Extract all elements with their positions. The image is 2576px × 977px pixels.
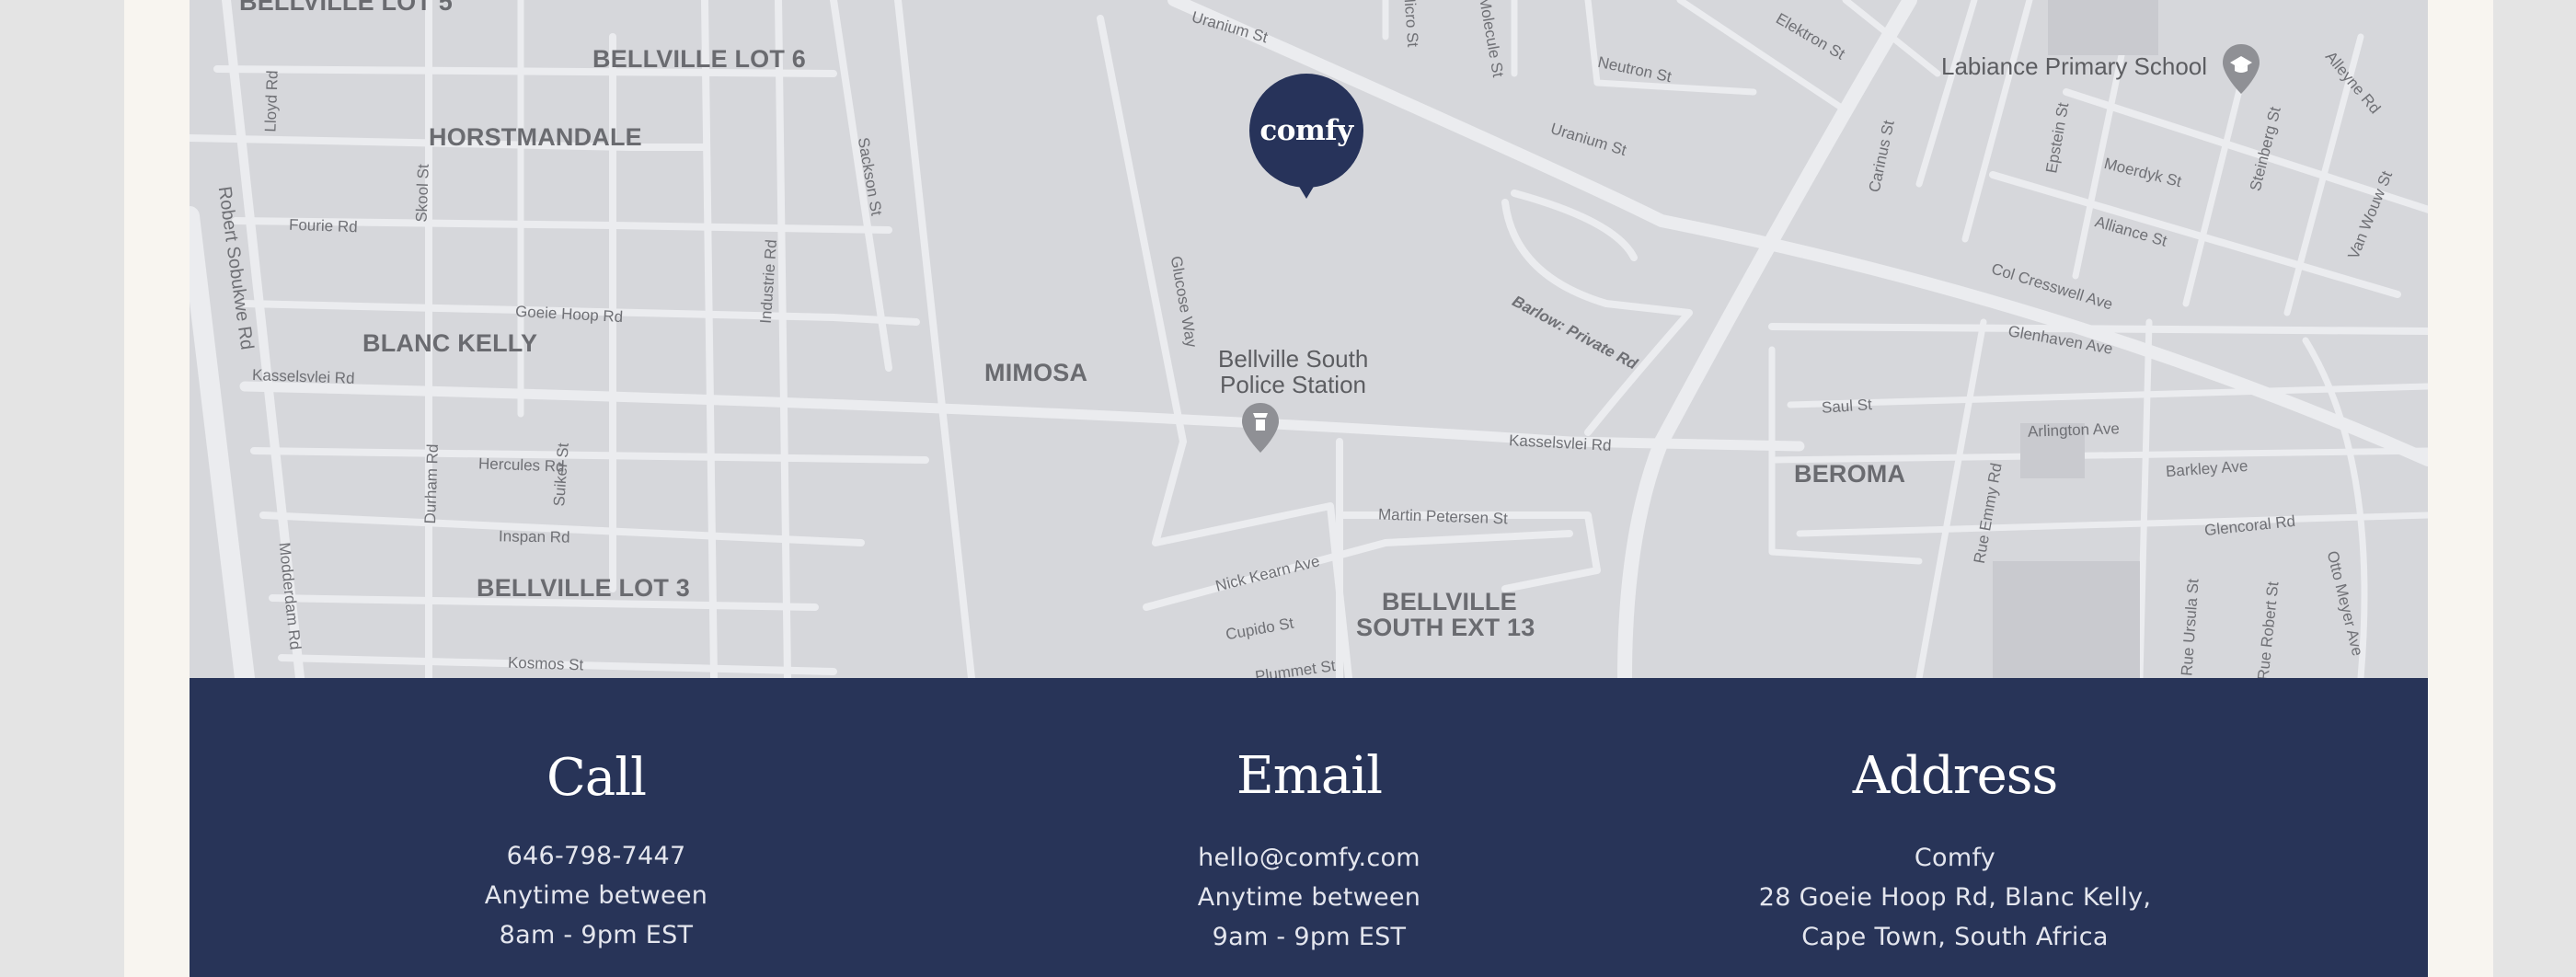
map-label-blanc-kelly: BLANC KELLY xyxy=(362,329,538,357)
map-label-street: Saul St xyxy=(1821,396,1873,417)
map[interactable]: BELLVILLE LOT 5 BELLVILLE LOT 6 HORSTMAN… xyxy=(190,0,2428,678)
map-label-street: Durham Rd xyxy=(420,443,442,524)
map-label-bellville-south: BELLVILLE xyxy=(1382,588,1517,615)
police-pin-icon[interactable] xyxy=(1240,401,1281,454)
map-label-horstmandale: HORSTMANDALE xyxy=(429,123,642,151)
call-phone[interactable]: 646-798-7447 xyxy=(274,836,918,876)
call-hours: 8am - 9pm EST xyxy=(499,921,694,949)
map-label-street: Lloyd Rd xyxy=(261,70,282,132)
address-street[interactable]: 28 Goeie Hoop Rd, Blanc Kelly, xyxy=(1633,878,2277,917)
call-heading: Call xyxy=(546,748,647,808)
map-label-mimosa: MIMOSA xyxy=(984,359,1088,386)
map-label-beroma: BEROMA xyxy=(1794,460,1906,488)
address-name: Comfy xyxy=(1914,844,1996,872)
contact-section: Call 646-798-7447 Anytime between 8am - … xyxy=(190,678,2428,977)
map-label-bellville-lot-6: BELLVILLE LOT 6 xyxy=(592,45,806,73)
map-label-police-2: Police Station xyxy=(1220,371,1366,398)
map-label-bellville-lot-5: BELLVILLE LOT 5 xyxy=(239,0,453,16)
comfy-logo: comfy xyxy=(1259,114,1353,147)
map-label-street: Micro St xyxy=(1400,0,1422,48)
map-label-police-1: Bellville South xyxy=(1218,345,1369,373)
address-city: Cape Town, South Africa xyxy=(1801,923,2109,951)
map-label-street: Fourie Rd xyxy=(288,215,358,236)
address-heading: Address xyxy=(1852,746,2059,806)
comfy-location-pin[interactable]: comfy xyxy=(1249,74,1363,202)
map-label-street: Arlington Ave xyxy=(2027,420,2121,441)
call-hours-label: Anytime between xyxy=(484,881,708,910)
map-label-bellville-lot-3: BELLVILLE LOT 3 xyxy=(477,574,690,602)
comfy-pin-bubble: comfy xyxy=(1249,74,1363,188)
email-hours: 9am - 9pm EST xyxy=(1212,923,1407,951)
comfy-pin-tail xyxy=(1295,180,1317,199)
map-label-school: Labiance Primary School xyxy=(1941,52,2208,80)
map-label-street: Kasselsvlei Rd xyxy=(251,366,355,387)
map-label-south-ext-13: SOUTH EXT 13 xyxy=(1356,614,1535,641)
map-label-street: Skool St xyxy=(412,164,432,223)
map-label-street: Inspan Rd xyxy=(498,527,570,546)
school-pin-icon[interactable] xyxy=(2221,42,2261,96)
email-address[interactable]: hello@comfy.com xyxy=(987,838,1631,878)
email-hours-label: Anytime between xyxy=(1197,883,1421,912)
email-heading: Email xyxy=(1236,746,1383,806)
map-label-street: Kosmos St xyxy=(507,653,584,674)
